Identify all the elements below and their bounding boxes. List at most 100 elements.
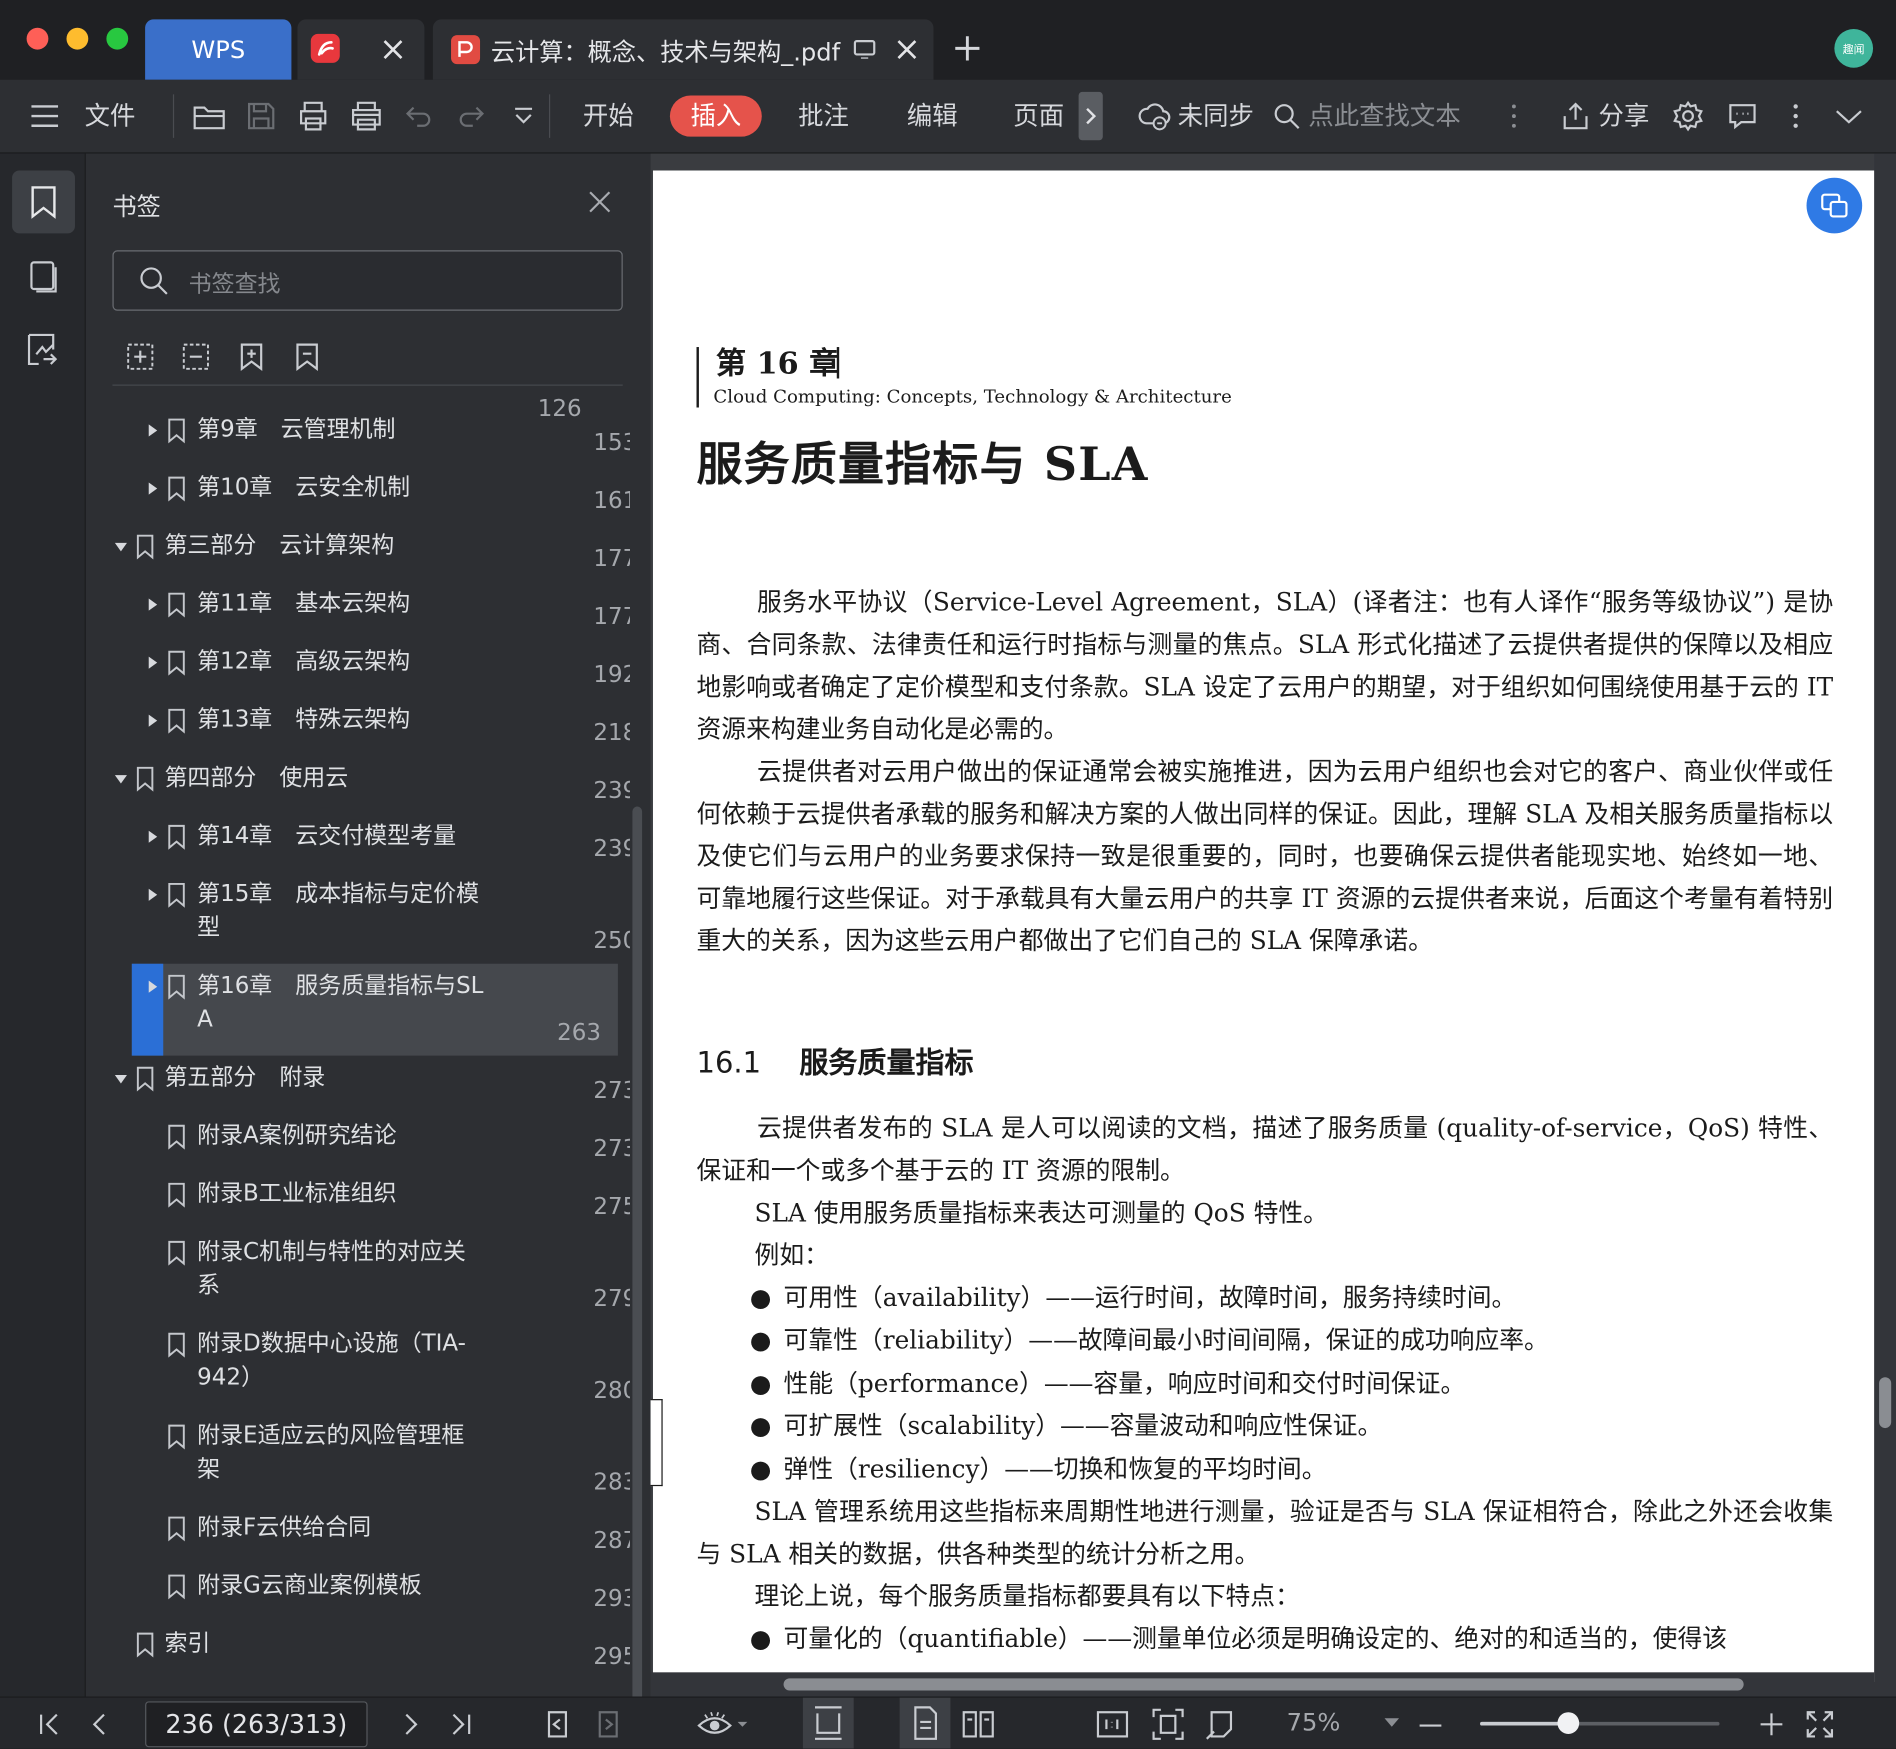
file-menu-button[interactable]: 文件 xyxy=(85,80,136,153)
expand-arrow-right-icon[interactable] xyxy=(144,886,161,903)
bookmark-item[interactable]: 附录A案例研究结论 273 xyxy=(86,1114,630,1172)
print-preview-icon[interactable] xyxy=(348,99,384,133)
new-tab-plus-icon[interactable] xyxy=(953,34,982,63)
tab-pdf-document[interactable]: 云计算：概念、技术与架构_.pdf xyxy=(432,19,934,80)
single-page-continuous-button[interactable] xyxy=(802,1697,854,1749)
bookmark-item[interactable]: 第11章 基本云架构 177 xyxy=(86,582,630,640)
bookmark-item[interactable]: 附录G云商业案例模板 293 xyxy=(86,1563,630,1621)
bookmark-item[interactable]: 第五部分 附录 273 xyxy=(86,1056,630,1114)
expand-arrow-right-icon[interactable] xyxy=(144,480,161,497)
collapse-all-icon[interactable] xyxy=(180,341,211,372)
previous-page-icon[interactable] xyxy=(87,1711,114,1738)
close-tab-icon[interactable] xyxy=(893,36,920,63)
quick-access-dropdown-icon[interactable] xyxy=(510,104,537,128)
sync-status-label[interactable]: 未同步 xyxy=(1178,80,1254,153)
find-text-input[interactable]: 点此查找文本 xyxy=(1308,80,1460,153)
cloud-sync-icon[interactable] xyxy=(1137,99,1173,133)
add-bookmark-icon[interactable] xyxy=(236,341,267,372)
back-navigation-icon[interactable] xyxy=(542,1709,573,1740)
bookmark-item[interactable]: 第10章 云安全机制 161 xyxy=(86,466,630,524)
expand-all-icon[interactable] xyxy=(125,341,156,372)
undo-icon[interactable] xyxy=(403,102,434,131)
more-vertical-icon[interactable] xyxy=(1787,102,1804,131)
chevron-down-icon[interactable] xyxy=(1833,104,1864,128)
bookmark-item[interactable]: 索引 295 xyxy=(86,1622,630,1680)
expand-arrow-right-icon[interactable] xyxy=(144,712,161,729)
bookmark-item[interactable]: 第四部分 使用云 239 xyxy=(86,756,630,814)
bookmark-scrollbar[interactable] xyxy=(632,806,643,1702)
bookmark-item[interactable]: 第12章 高级云架构 192 xyxy=(86,640,630,698)
expand-arrow-down-icon[interactable] xyxy=(112,538,129,555)
share-button[interactable]: 分享 xyxy=(1599,80,1650,153)
user-avatar[interactable]: 趣闻 xyxy=(1834,29,1874,68)
bookmark-panel-button[interactable] xyxy=(12,170,75,234)
tab-page[interactable]: 页面 xyxy=(1013,80,1064,153)
bookmark-item[interactable]: 附录D数据中心设施（TIA- 942） 280 xyxy=(86,1322,630,1414)
zoom-in-icon[interactable] xyxy=(1758,1711,1785,1738)
single-page-button[interactable] xyxy=(899,1697,951,1749)
fullscreen-icon[interactable] xyxy=(1804,1709,1835,1740)
fit-page-icon[interactable] xyxy=(1151,1707,1185,1741)
page-number-input[interactable]: 236 (263/313) xyxy=(145,1701,368,1748)
zoom-slider-knob[interactable] xyxy=(1557,1712,1580,1734)
tab-insert-active[interactable]: 插入 xyxy=(669,95,762,137)
expand-arrow-right-icon[interactable] xyxy=(144,596,161,613)
tab-start[interactable]: 开始 xyxy=(583,80,634,153)
zoom-level[interactable]: 75% xyxy=(1287,1707,1341,1736)
bookmark-item-selected[interactable]: 第16章 服务质量指标与SL A 263 xyxy=(131,963,618,1056)
close-tab-icon[interactable] xyxy=(380,36,407,63)
bookmark-item[interactable]: 第15章 成本指标与定价模型 250 xyxy=(86,872,630,964)
actual-size-icon[interactable] xyxy=(1096,1709,1130,1740)
bookmark-item[interactable]: 附录E适应云的风险管理框架 283 xyxy=(86,1414,630,1506)
first-page-icon[interactable] xyxy=(36,1711,63,1738)
bookmark-item[interactable]: 附录C机制与特性的对应关系 279 xyxy=(86,1230,630,1322)
share-icon[interactable] xyxy=(1560,100,1591,131)
tab-app-icon[interactable] xyxy=(297,19,425,80)
close-panel-icon[interactable] xyxy=(586,189,613,216)
last-page-icon[interactable] xyxy=(447,1711,474,1738)
close-window-button[interactable] xyxy=(26,27,49,50)
save-icon[interactable] xyxy=(245,99,276,133)
print-icon[interactable] xyxy=(296,99,330,133)
bookmark-item[interactable]: 第三部分 云计算架构 177 xyxy=(86,524,630,582)
bookmark-item[interactable]: 第13章 特殊云架构 218 xyxy=(86,698,630,756)
bookmark-item[interactable]: 第9章 云管理机制 153 xyxy=(86,408,630,466)
expand-arrow-right-icon[interactable] xyxy=(144,828,161,845)
remove-bookmark-icon[interactable] xyxy=(291,341,322,372)
tab-annotate[interactable]: 批注 xyxy=(798,80,849,153)
zoom-slider[interactable] xyxy=(1480,1712,1720,1734)
zoom-out-icon[interactable] xyxy=(1417,1712,1444,1739)
horizontal-scrollbar-thumb[interactable] xyxy=(783,1678,1744,1691)
forward-navigation-icon[interactable] xyxy=(593,1709,624,1740)
expand-arrow-right-icon[interactable] xyxy=(144,654,161,671)
expand-arrow-down-icon[interactable] xyxy=(112,1070,129,1087)
floating-translate-button[interactable] xyxy=(1806,177,1863,234)
expand-arrow-down-icon[interactable] xyxy=(112,770,129,787)
zoom-window-button[interactable] xyxy=(106,27,129,50)
fit-width-icon[interactable] xyxy=(1204,1707,1238,1741)
horizontal-scrollbar-track[interactable] xyxy=(650,1672,1875,1697)
minimize-window-button[interactable] xyxy=(66,27,89,50)
more-tabs-button[interactable] xyxy=(1078,91,1103,141)
open-folder-icon[interactable] xyxy=(191,99,227,133)
more-vertical-icon[interactable] xyxy=(1504,102,1523,131)
bookmark-item[interactable]: 附录F云供给合同 287 xyxy=(86,1505,630,1563)
two-page-icon[interactable] xyxy=(960,1709,996,1740)
annotation-list-icon[interactable] xyxy=(22,330,63,371)
settings-gear-icon[interactable] xyxy=(1672,100,1703,132)
next-page-icon[interactable] xyxy=(397,1711,424,1738)
expand-arrow-right-icon[interactable] xyxy=(144,978,161,995)
expand-arrow-right-icon[interactable] xyxy=(144,422,161,439)
tab-wps-home[interactable]: WPS xyxy=(145,19,292,80)
bookmark-search-input[interactable]: 书签查找 xyxy=(112,250,623,311)
tab-edit[interactable]: 编辑 xyxy=(907,80,958,153)
eye-protection-icon[interactable] xyxy=(696,1709,752,1740)
hamburger-menu-icon[interactable] xyxy=(29,103,60,130)
bookmark-item[interactable]: 附录B工业标准组织 275 xyxy=(86,1172,630,1230)
vertical-scrollbar-thumb[interactable] xyxy=(1879,1377,1892,1429)
bookmark-item[interactable]: 第14章 云交付模型考量 239 xyxy=(86,814,630,872)
thumbnails-icon[interactable] xyxy=(24,258,63,297)
zoom-dropdown-icon[interactable] xyxy=(1383,1717,1400,1729)
search-icon[interactable] xyxy=(1272,102,1301,131)
comment-icon[interactable] xyxy=(1727,102,1758,131)
